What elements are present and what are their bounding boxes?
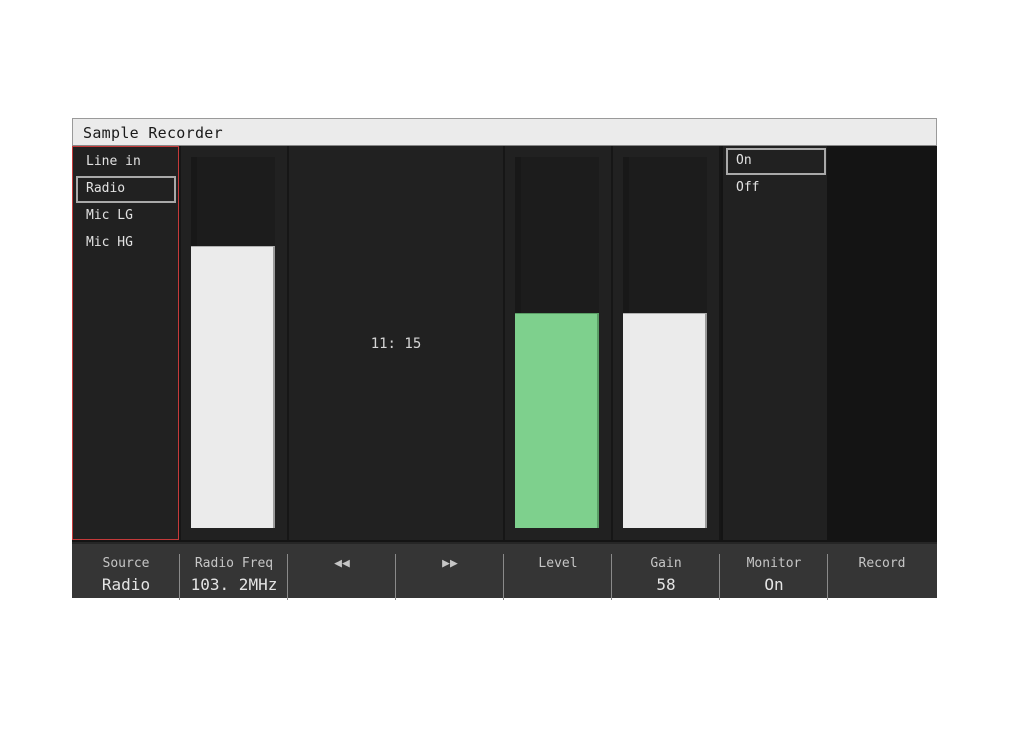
- radio-freq-button-label: Radio Freq: [194, 556, 274, 571]
- level-meter-fill: [515, 312, 599, 528]
- gain-button[interactable]: Gain 58: [612, 544, 720, 600]
- rewind-icon: ◀◀: [334, 556, 350, 571]
- monitor-item-on[interactable]: On: [726, 148, 826, 175]
- gain-button-label: Gain: [650, 556, 682, 571]
- source-item-radio[interactable]: Radio: [76, 176, 176, 203]
- footer-toolbar: Source Radio Radio Freq 103. 2MHz ◀◀ ▶▶ …: [72, 542, 937, 600]
- time-panel: 11: 15: [289, 146, 503, 540]
- gain-button-value: 58: [656, 575, 676, 594]
- source-item-mic-hg[interactable]: Mic HG: [76, 230, 176, 257]
- fast-forward-icon: ▶▶: [442, 556, 458, 571]
- level-button-label: Level: [538, 556, 578, 571]
- monitor-list: On Off: [723, 146, 827, 540]
- source-item-line-in[interactable]: Line in: [76, 149, 176, 176]
- recorder-window: Sample Recorder Line in Radio Mic LG Mic…: [72, 118, 937, 600]
- time-display: 11: 15: [370, 336, 422, 352]
- level-meter-panel: [505, 146, 611, 540]
- source-item-mic-lg[interactable]: Mic LG: [76, 203, 176, 230]
- source-button[interactable]: Source Radio: [72, 544, 180, 600]
- source-button-label: Source: [102, 556, 150, 571]
- gain-meter-panel: [613, 146, 719, 540]
- radio-freq-meter-track[interactable]: [191, 157, 275, 528]
- monitor-button[interactable]: Monitor On: [720, 544, 828, 600]
- rewind-button[interactable]: ◀◀: [288, 544, 396, 600]
- divider: [719, 146, 721, 540]
- window-title: Sample Recorder: [83, 124, 223, 142]
- radio-freq-button-value: 103. 2MHz: [190, 575, 278, 594]
- record-button-label: Record: [858, 556, 906, 571]
- level-button[interactable]: Level: [504, 544, 612, 600]
- record-button[interactable]: Record: [828, 544, 936, 598]
- radio-freq-meter-fill: [191, 246, 275, 528]
- radio-freq-meter-panel: [181, 146, 287, 540]
- fast-forward-button[interactable]: ▶▶: [396, 544, 504, 600]
- monitor-item-off[interactable]: Off: [726, 175, 826, 202]
- radio-freq-button[interactable]: Radio Freq 103. 2MHz: [180, 544, 288, 600]
- level-meter-track[interactable]: [515, 157, 599, 528]
- source-button-value: Radio: [101, 575, 151, 594]
- title-bar: Sample Recorder: [72, 118, 937, 146]
- monitor-button-value: On: [764, 575, 784, 594]
- source-list: Line in Radio Mic LG Mic HG: [72, 146, 179, 540]
- gain-meter-fill: [623, 312, 707, 528]
- gain-meter-track[interactable]: [623, 157, 707, 528]
- monitor-button-label: Monitor: [746, 556, 802, 571]
